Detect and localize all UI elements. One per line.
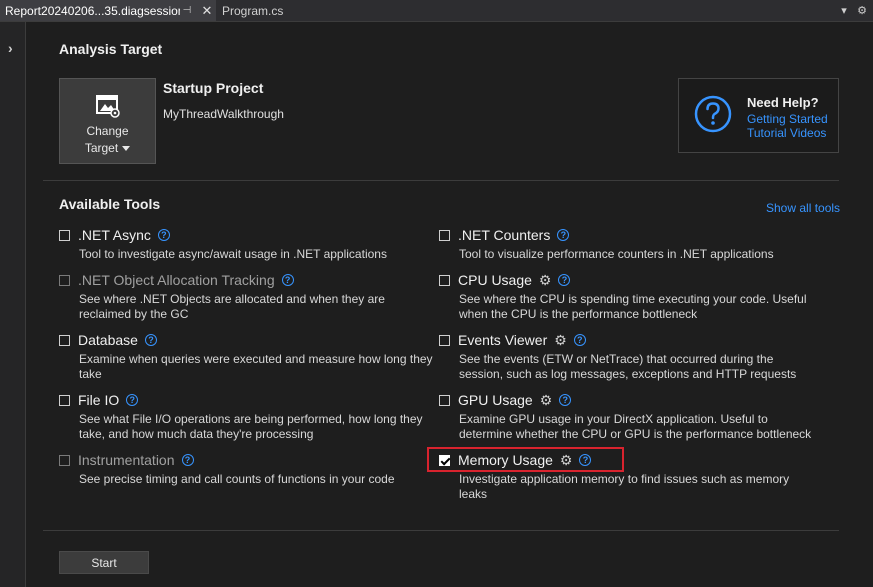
document-tab-bar: Report20240206...35.diagsession ⊣ ✕ Prog… [0, 0, 873, 22]
tool-name[interactable]: Events Viewer [458, 332, 547, 348]
tool-dotnet-counters: .NET Counters ? Tool to visualize perfor… [439, 227, 819, 262]
memory-usage-highlight [427, 447, 624, 472]
expand-chevron-icon[interactable]: › [8, 40, 13, 56]
help-icon[interactable]: ? [182, 454, 194, 466]
settings-icon[interactable]: ⚙ [855, 0, 869, 21]
tool-description: See what File I/O operations are being p… [79, 412, 439, 442]
tool-description: See precise timing and call counts of fu… [79, 472, 439, 487]
tab-program-cs-label: Program.cs [222, 4, 283, 18]
startup-project-title: Startup Project [163, 80, 263, 96]
tool-name[interactable]: Instrumentation [78, 452, 175, 468]
need-help-title: Need Help? [747, 95, 819, 110]
help-icon[interactable]: ? [158, 229, 170, 241]
change-target-line1: Change [85, 123, 130, 140]
tool-checkbox[interactable] [439, 395, 450, 406]
tool-name[interactable]: GPU Usage [458, 392, 533, 408]
tool-checkbox[interactable] [439, 230, 450, 241]
tool-object-allocation: .NET Object Allocation Tracking ? See wh… [59, 272, 439, 322]
tool-description: See where .NET Objects are allocated and… [79, 292, 439, 322]
gear-icon[interactable]: ⚙ [554, 333, 567, 347]
tab-diagsession-label: Report20240206...35.diagsession [5, 4, 180, 18]
change-target-button[interactable]: Change Target [59, 78, 156, 164]
tool-name[interactable]: File IO [78, 392, 119, 408]
left-rail: › [0, 22, 26, 587]
analysis-target-heading: Analysis Target [59, 41, 162, 57]
startup-project-name: MyThreadWalkthrough [163, 107, 284, 121]
tool-description: See the events (ETW or NetTrace) that oc… [459, 352, 819, 382]
tool-description: Tool to investigate async/await usage in… [79, 247, 439, 262]
change-target-line2-text: Target [85, 141, 118, 155]
help-icon[interactable]: ? [126, 394, 138, 406]
close-tab-icon[interactable]: ✕ [200, 3, 214, 19]
tool-cpu-usage: CPU Usage ⚙ ? See where the CPU is spend… [439, 272, 819, 322]
tutorial-videos-link[interactable]: Tutorial Videos [747, 126, 826, 140]
tool-name[interactable]: .NET Counters [458, 227, 550, 243]
getting-started-link[interactable]: Getting Started [747, 112, 828, 126]
tool-database: Database ? Examine when queries were exe… [59, 332, 439, 382]
tool-description: Examine GPU usage in your DirectX applic… [459, 412, 819, 442]
help-icon[interactable]: ? [145, 334, 157, 346]
start-button[interactable]: Start [59, 551, 149, 574]
gear-icon[interactable]: ⚙ [540, 393, 553, 407]
tab-list-dropdown-icon[interactable]: ▾ [837, 0, 851, 21]
tool-instrumentation: Instrumentation ? See precise timing and… [59, 452, 439, 487]
tool-gpu-usage: GPU Usage ⚙ ? Examine GPU usage in your … [439, 392, 819, 442]
dropdown-caret-icon [122, 146, 130, 151]
tool-name[interactable]: .NET Object Allocation Tracking [78, 272, 275, 288]
tool-checkbox[interactable] [59, 275, 70, 286]
tool-description: Tool to visualize performance counters i… [459, 247, 819, 262]
tab-program-cs[interactable]: Program.cs [222, 0, 283, 21]
tool-dotnet-async: .NET Async ? Tool to investigate async/a… [59, 227, 439, 262]
available-tools-heading: Available Tools [59, 196, 160, 212]
change-target-label: Change Target [85, 123, 130, 157]
help-icon[interactable]: ? [574, 334, 586, 346]
tool-file-io: File IO ? See what File I/O operations a… [59, 392, 439, 442]
tool-name[interactable]: Database [78, 332, 138, 348]
tool-description: Investigate application memory to find i… [459, 472, 819, 502]
tool-checkbox[interactable] [59, 335, 70, 346]
show-all-tools-link[interactable]: Show all tools [766, 201, 840, 215]
tool-description: See where the CPU is spending time execu… [459, 292, 819, 322]
help-icon[interactable]: ? [558, 274, 570, 286]
tool-checkbox[interactable] [59, 395, 70, 406]
gear-icon[interactable]: ⚙ [539, 273, 552, 287]
tool-description: Examine when queries were executed and m… [79, 352, 439, 382]
tool-events-viewer: Events Viewer ⚙ ? See the events (ETW or… [439, 332, 819, 382]
tool-checkbox[interactable] [59, 230, 70, 241]
tab-diagsession[interactable]: Report20240206...35.diagsession ⊣ ✕ [0, 0, 216, 21]
tool-checkbox[interactable] [59, 455, 70, 466]
help-icon[interactable]: ? [282, 274, 294, 286]
section-divider [43, 180, 839, 181]
tool-checkbox[interactable] [439, 335, 450, 346]
help-icon[interactable]: ? [557, 229, 569, 241]
help-icon[interactable]: ? [559, 394, 571, 406]
tool-checkbox[interactable] [439, 275, 450, 286]
help-question-icon [694, 95, 732, 133]
need-help-panel: Need Help? Getting Started Tutorial Vide… [678, 78, 839, 153]
footer-divider [43, 530, 839, 531]
change-target-line2: Target [85, 140, 130, 157]
tool-name[interactable]: .NET Async [78, 227, 151, 243]
tool-name[interactable]: CPU Usage [458, 272, 532, 288]
pin-icon[interactable]: ⊣ [180, 5, 194, 16]
target-app-icon [94, 93, 122, 119]
